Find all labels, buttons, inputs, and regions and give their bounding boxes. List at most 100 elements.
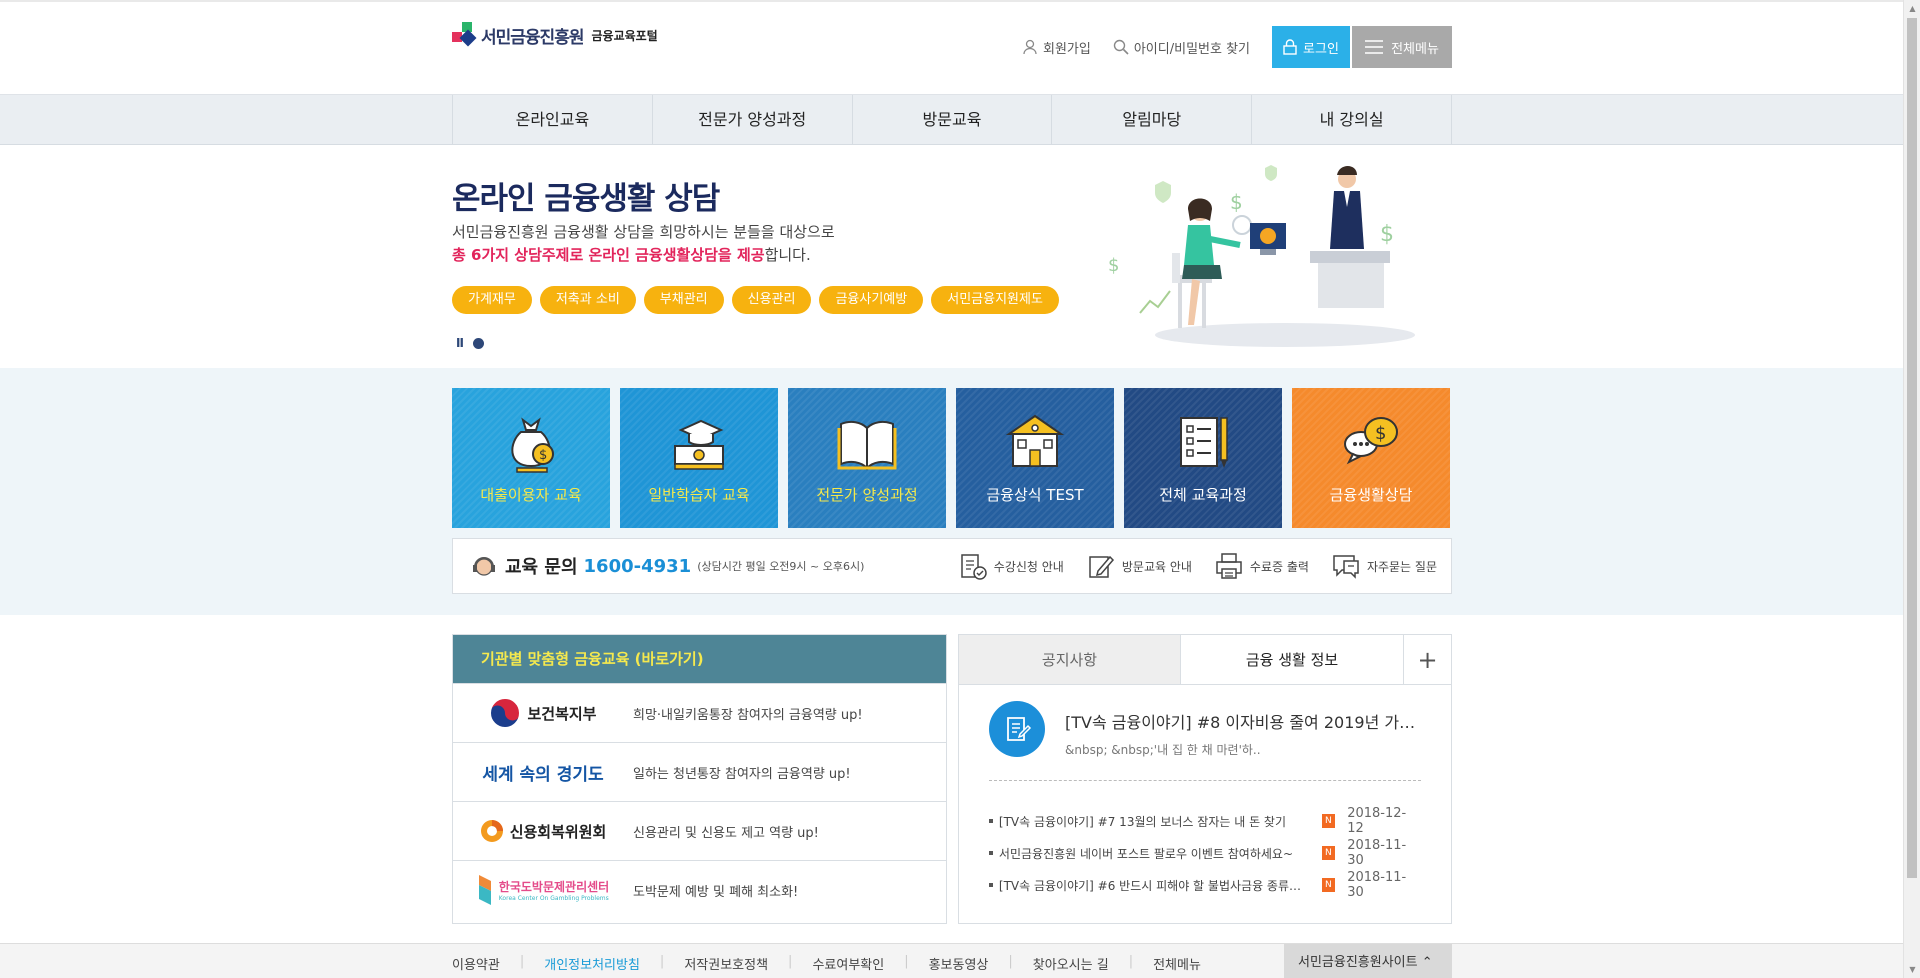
footer-privacy-link[interactable]: 개인정보처리방침 xyxy=(544,954,640,973)
featured-post[interactable]: [TV속 금융이야기] #8 이자비용 줄여 2019년 가… &nbsp; &… xyxy=(989,701,1415,758)
graduation-money-icon xyxy=(674,419,724,470)
header: 서민금융진흥원 금융교육포털 회원가입 아이디/비밀번호 찾기 로그인 전체메뉴 xyxy=(0,0,1903,95)
tile-label: 금융상식 TEST xyxy=(986,486,1084,504)
slider-controls: II xyxy=(456,336,484,350)
institution-row-gyeonggi[interactable]: 세계 속의 경기도 일하는 청년통장 참여자의 금융역량 up! xyxy=(453,742,946,801)
tile-expert-course[interactable]: 전문가 양성과정 xyxy=(788,388,946,528)
institution-row-ccrs[interactable]: 신용회복위원회 신용관리 및 신용도 제고 역량 up! xyxy=(453,801,946,860)
institution-row-mohw[interactable]: 보건복지부 희망·내일키움통장 참여자의 금융역량 up! xyxy=(453,683,946,742)
lock-icon xyxy=(1283,39,1297,55)
tile-label: 일반학습자 교육 xyxy=(648,486,750,504)
nav-item-notice[interactable]: 알림마당 xyxy=(1052,95,1253,145)
institution-education-box: 기관별 맞춤형 금융교육 (바로가기) 보건복지부 희망·내일키움통장 참여자의… xyxy=(452,634,947,924)
ccrs-name: 신용회복위원회 xyxy=(509,822,607,841)
printer-icon xyxy=(1216,553,1242,579)
footer-divider: | xyxy=(659,954,665,969)
tile-all-courses[interactable]: 전체 교육과정 xyxy=(1124,388,1282,528)
nav-item-my-classroom[interactable]: 내 강의실 xyxy=(1252,95,1452,145)
nav-item-online-edu[interactable]: 온라인교육 xyxy=(453,95,653,145)
family-site-select[interactable]: 서민금융진흥원사이트 ⌃ xyxy=(1284,944,1452,978)
tile-loan-user-edu[interactable]: $ 대출이용자 교육 xyxy=(452,388,610,528)
tab-finance-info[interactable]: 금융 생활 정보 xyxy=(1181,635,1403,684)
hero-title: 온라인 금융생활 상담 xyxy=(452,181,720,217)
edit-document-icon xyxy=(1089,555,1114,578)
clipboard-icon xyxy=(961,554,987,580)
logo-sub: 금융교육포털 xyxy=(591,28,658,43)
pause-icon[interactable]: II xyxy=(456,336,464,350)
footer-copyright-link[interactable]: 저작권보호정책 xyxy=(684,954,768,973)
svg-text:$: $ xyxy=(539,448,547,463)
open-book-icon xyxy=(837,420,897,471)
hero-desc-1: 서민금융진흥원 금융생활 상담을 희망하시는 분들을 대상으로 xyxy=(452,223,835,241)
scroll-up-icon[interactable]: ▲ xyxy=(1904,0,1920,17)
page: 서민금융진흥원 금융교육포털 회원가입 아이디/비밀번호 찾기 로그인 전체메뉴 xyxy=(0,0,1920,978)
scroll-down-icon[interactable]: ▼ xyxy=(1904,961,1920,978)
bullet xyxy=(989,819,993,823)
scrollbar-thumb[interactable] xyxy=(1907,18,1917,878)
enrollment-guide-link[interactable]: 수강신청 안내 xyxy=(958,551,1064,581)
inquiry-contact: 교육 문의 1600-4931 (상담시간 평일 오전9시 ~ 오후6시) xyxy=(471,553,864,579)
visit-edu-guide-link[interactable]: 방문교육 안내 xyxy=(1086,551,1192,581)
footer-promo-video-link[interactable]: 홍보동영상 xyxy=(929,954,989,973)
tile-label: 전체 교육과정 xyxy=(1159,486,1247,504)
tag-fraud-prevention[interactable]: 금융사기예방 xyxy=(819,286,924,314)
tag-support-system[interactable]: 서민금융지원제도 xyxy=(931,286,1059,314)
list-item[interactable]: [TV속 금융이야기] #6 반드시 피해야 할 불법사금융 종류… N 2018-… xyxy=(989,869,1421,901)
nav-item-visit-edu[interactable]: 방문교육 xyxy=(853,95,1053,145)
inquiry-links: 수강신청 안내 방문교육 안내 수료증 출력 자주묻는 질문 xyxy=(936,551,1437,581)
nav-item-expert-course[interactable]: 전문가 양성과정 xyxy=(653,95,853,145)
tab-notice[interactable]: 공지사항 xyxy=(959,635,1181,684)
footer-divider: | xyxy=(788,954,793,969)
find-account-link[interactable]: 아이디/비밀번호 찾기 xyxy=(1113,38,1250,57)
bullet xyxy=(989,883,993,887)
topic-tags: 가계재무 저축과 소비 부채관리 신용관리 금융사기예방 서민금융지원제도 xyxy=(452,286,1067,314)
faq-link[interactable]: 자주묻는 질문 xyxy=(1331,551,1437,581)
tag-credit-management[interactable]: 신용관리 xyxy=(731,286,812,314)
svg-text:$: $ xyxy=(1230,190,1243,214)
footer-completion-check-link[interactable]: 수료여부확인 xyxy=(812,954,884,973)
kcgp-name: 한국도박문제관리센터 xyxy=(498,880,610,894)
post-title: 서민금융진흥원 네이버 포스트 팔로우 이벤트 참여하세요~ xyxy=(998,846,1293,861)
page-scrollbar[interactable]: ▲ ▼ xyxy=(1903,0,1920,978)
tag-saving-spending[interactable]: 저축과 소비 xyxy=(539,286,636,314)
tag-household-finance[interactable]: 가계재무 xyxy=(452,286,532,314)
kcgp-logo: 한국도박문제관리센터 Korea Center On Gambling Prob… xyxy=(453,873,633,907)
post-title: [TV속 금융이야기] #7 13월의 보너스 잠자는 내 돈 찾기 xyxy=(998,814,1287,829)
enrollment-guide-label: 수강신청 안내 xyxy=(993,559,1064,574)
footer-directions-link[interactable]: 찾아오시는 길 xyxy=(1033,954,1109,973)
tile-general-learner-edu[interactable]: 일반학습자 교육 xyxy=(620,388,778,528)
find-account-label: 아이디/비밀번호 찾기 xyxy=(1133,41,1250,57)
login-button[interactable]: 로그인 xyxy=(1272,26,1350,68)
list-item[interactable]: [TV속 금융이야기] #7 13월의 보너스 잠자는 내 돈 찾기 N 2018-… xyxy=(989,805,1421,837)
gyeonggi-logo: 세계 속의 경기도 xyxy=(453,760,633,785)
mohw-desc: 희망·내일키움통장 참여자의 금융역량 up! xyxy=(633,707,863,723)
slide-indicator-1[interactable] xyxy=(472,337,484,349)
join-link[interactable]: 회원가입 xyxy=(1022,38,1091,57)
bullet xyxy=(989,851,993,855)
main-nav: 온라인교육 전문가 양성과정 방문교육 알림마당 내 강의실 xyxy=(0,95,1903,145)
all-menu-button[interactable]: 전체메뉴 xyxy=(1352,26,1452,68)
tile-finance-counsel[interactable]: $ 금융생활상담 xyxy=(1292,388,1450,528)
money-bag-icon: $ xyxy=(511,417,554,473)
new-badge: N xyxy=(1321,814,1336,828)
more-plus-icon[interactable]: + xyxy=(1403,635,1451,684)
featured-excerpt: &nbsp; &nbsp;'내 집 한 채 마련'하.. xyxy=(1065,743,1261,757)
featured-text: [TV속 금융이야기] #8 이자비용 줄여 2019년 가… &nbsp; &… xyxy=(1045,701,1415,758)
visit-edu-guide-label: 방문교육 안내 xyxy=(1121,559,1192,574)
tag-debt-management[interactable]: 부채관리 xyxy=(643,286,724,314)
logo[interactable]: 서민금융진흥원 금융교육포털 xyxy=(452,22,658,48)
ccrs-desc: 신용관리 및 신용도 제고 역량 up! xyxy=(633,825,819,841)
main-nav-list: 온라인교육 전문가 양성과정 방문교육 알림마당 내 강의실 xyxy=(452,95,1452,145)
post-date: 2018-12-12 xyxy=(1347,806,1407,836)
inquiry-phone[interactable]: 1600-4931 xyxy=(584,556,692,577)
tile-finance-test[interactable]: 금융상식 TEST xyxy=(956,388,1114,528)
list-item[interactable]: 서민금융진흥원 네이버 포스트 팔로우 이벤트 참여하세요~ N 2018-11-3… xyxy=(989,837,1421,869)
mohw-logo: 보건복지부 xyxy=(453,697,633,729)
login-label: 로그인 xyxy=(1303,41,1339,57)
institution-row-kcgp[interactable]: 한국도박문제관리센터 Korea Center On Gambling Prob… xyxy=(453,860,946,919)
footer-allmenu-link[interactable]: 전체메뉴 xyxy=(1153,954,1201,973)
certificate-print-link[interactable]: 수료증 출력 xyxy=(1214,551,1309,581)
taegeuk-icon xyxy=(489,697,522,729)
footer-terms-link[interactable]: 이용약관 xyxy=(452,954,500,973)
featured-title[interactable]: [TV속 금융이야기] #8 이자비용 줄여 2019년 가… xyxy=(1065,709,1415,733)
